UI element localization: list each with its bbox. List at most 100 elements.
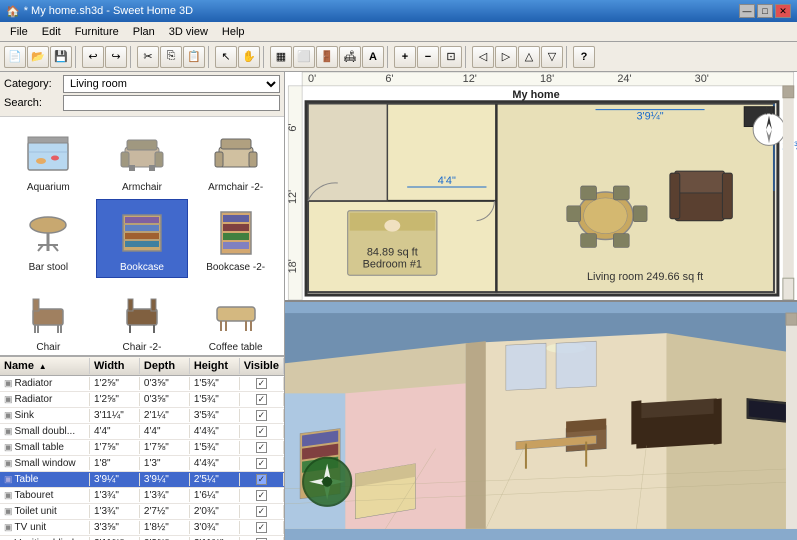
svg-text:6': 6' (287, 123, 299, 131)
table-row[interactable]: ▣Tabouret 1'3¾" 1'3¾" 1'6¼" (0, 488, 284, 504)
table-row[interactable]: ▣Radiator 1'2⅝" 0'3⅝" 1'5¾" (0, 376, 284, 392)
3d-view-svg (285, 302, 797, 540)
table-row[interactable]: ▣Toilet unit 1'3¾" 2'7½" 2'0¾" (0, 504, 284, 520)
undo-button[interactable]: ↩ (82, 46, 104, 68)
furniture-item-bookcase2[interactable]: Bookcase -2- (189, 199, 282, 278)
save-button[interactable]: 💾 (50, 46, 72, 68)
arrow-buttons-down[interactable]: ▽ (541, 46, 563, 68)
category-label: Category: (4, 78, 59, 90)
arrow-buttons-up[interactable]: △ (518, 46, 540, 68)
wall-button[interactable]: ▦ (270, 46, 292, 68)
visible-checkbox[interactable] (256, 410, 267, 421)
td-visible (240, 505, 284, 518)
visible-checkbox[interactable] (256, 394, 267, 405)
visible-checkbox[interactable] (256, 426, 267, 437)
menu-edit[interactable]: Edit (36, 25, 67, 39)
menu-help[interactable]: Help (216, 25, 251, 39)
col-name[interactable]: Name ▲ (0, 358, 90, 374)
furniture-grid[interactable]: Aquarium Armchair Armchair -2- (0, 117, 284, 355)
visible-checkbox[interactable] (256, 442, 267, 453)
app-icon: 🏠 (6, 5, 20, 18)
td-name: ▣Radiator (0, 393, 90, 406)
visible-checkbox[interactable] (256, 506, 267, 517)
text-button[interactable]: A (362, 46, 384, 68)
col-visible[interactable]: Visible (240, 358, 284, 374)
furniture-item-chair2[interactable]: Chair -2- (96, 279, 189, 355)
bookcase-label: Bookcase (120, 262, 164, 273)
col-height[interactable]: Height (190, 358, 240, 374)
floor-plan[interactable]: 0' 6' 12' 18' 24' 30' 6' 12' 18' My home (285, 72, 797, 302)
open-button[interactable]: 📂 (27, 46, 49, 68)
visible-checkbox[interactable] (256, 490, 267, 501)
redo-button[interactable]: ↪ (105, 46, 127, 68)
td-height: 1'5¾" (190, 441, 240, 454)
zoomin-button[interactable]: + (394, 46, 416, 68)
armchair-icon (114, 124, 170, 180)
fit-button[interactable]: ⊡ (440, 46, 462, 68)
close-button[interactable]: ✕ (775, 4, 791, 18)
menu-plan[interactable]: Plan (127, 25, 161, 39)
table-row[interactable]: ▣Small window 1'8" 1'3" 4'4¾" (0, 456, 284, 472)
new-button[interactable]: 📄 (4, 46, 26, 68)
category-select[interactable]: Living room Bedroom Bathroom Kitchen Off… (63, 75, 280, 93)
arrow-buttons-right[interactable]: ▷ (495, 46, 517, 68)
table-row[interactable]: ▣Small table 1'7⅝" 1'7⅝" 1'5¾" (0, 440, 284, 456)
minimize-button[interactable]: — (739, 4, 755, 18)
armchair-label: Armchair (122, 182, 162, 193)
paste-button[interactable]: 📋 (183, 46, 205, 68)
table-row[interactable]: ▣TV unit 3'3⅝" 1'8½" 3'0¾" (0, 520, 284, 536)
td-width: 3'3⅝" (90, 521, 140, 534)
search-input[interactable] (63, 95, 280, 111)
room-button[interactable]: ⬜ (293, 46, 315, 68)
menu-file[interactable]: File (4, 25, 34, 39)
visible-checkbox[interactable] (256, 458, 267, 469)
visible-checkbox[interactable] (256, 378, 267, 389)
td-visible (240, 409, 284, 422)
table-row[interactable]: ▣Small doubl... 4'4" 4'4" 4'4¾" (0, 424, 284, 440)
col-width[interactable]: Width (90, 358, 140, 374)
td-name: ▣Small table (0, 441, 90, 454)
coffeetable-icon (208, 284, 264, 340)
row-icon: ▣ (4, 458, 13, 469)
title-left: 🏠 * My home.sh3d - Sweet Home 3D (6, 5, 193, 18)
td-height: 2'0¾" (190, 505, 240, 518)
table-row[interactable]: ▣Radiator 1'2⅝" 0'3⅝" 1'5¾" (0, 392, 284, 408)
copy-button[interactable]: ⎘ (160, 46, 182, 68)
pan-button[interactable]: ✋ (238, 46, 260, 68)
cut-button[interactable]: ✂ (137, 46, 159, 68)
zoomout-button[interactable]: − (417, 46, 439, 68)
visible-checkbox[interactable] (256, 474, 267, 485)
td-visible (240, 489, 284, 502)
maximize-button[interactable]: □ (757, 4, 773, 18)
select-button[interactable]: ↖ (215, 46, 237, 68)
td-name: ▣Radiator (0, 377, 90, 390)
col-depth[interactable]: Depth (140, 358, 190, 374)
furniture-item-coffeetable[interactable]: Coffee table (189, 279, 282, 355)
furniture-item-armchair2[interactable]: Armchair -2- (189, 119, 282, 198)
arrow-buttons-left[interactable]: ◁ (472, 46, 494, 68)
3d-view[interactable] (285, 302, 797, 540)
chair-icon (20, 284, 76, 340)
sep1 (75, 46, 79, 68)
table-row[interactable]: ▣Venitian blind 2'11⅝" 0'3⅝" 2'11¾" (0, 536, 284, 540)
td-width: 4'4" (90, 425, 140, 438)
help-button[interactable]: ? (573, 46, 595, 68)
sep7 (566, 46, 570, 68)
furniture-item-barstool[interactable]: Bar stool (2, 199, 95, 278)
menu-furniture[interactable]: Furniture (69, 25, 125, 39)
furniture-item-bookcase[interactable]: Bookcase (96, 199, 189, 278)
row-icon: ▣ (4, 522, 13, 533)
add-furniture-button[interactable]: 🛋 (339, 46, 361, 68)
bookcase2-label: Bookcase -2- (206, 262, 265, 273)
visible-checkbox[interactable] (256, 522, 267, 533)
table-row[interactable]: ▣Sink 3'11¼" 2'1¼" 3'5¾" (0, 408, 284, 424)
furniture-item-aquarium[interactable]: Aquarium (2, 119, 95, 198)
door-button[interactable]: 🚪 (316, 46, 338, 68)
search-label: Search: (4, 97, 59, 109)
furniture-item-armchair[interactable]: Armchair (96, 119, 189, 198)
furniture-item-chair[interactable]: Chair (2, 279, 95, 355)
table-row-selected[interactable]: ▣Table 3'9¼" 3'9¼" 2'5¼" (0, 472, 284, 488)
menu-3dview[interactable]: 3D view (163, 25, 214, 39)
row-icon: ▣ (4, 410, 13, 421)
sort-arrow-name: ▲ (39, 362, 47, 371)
